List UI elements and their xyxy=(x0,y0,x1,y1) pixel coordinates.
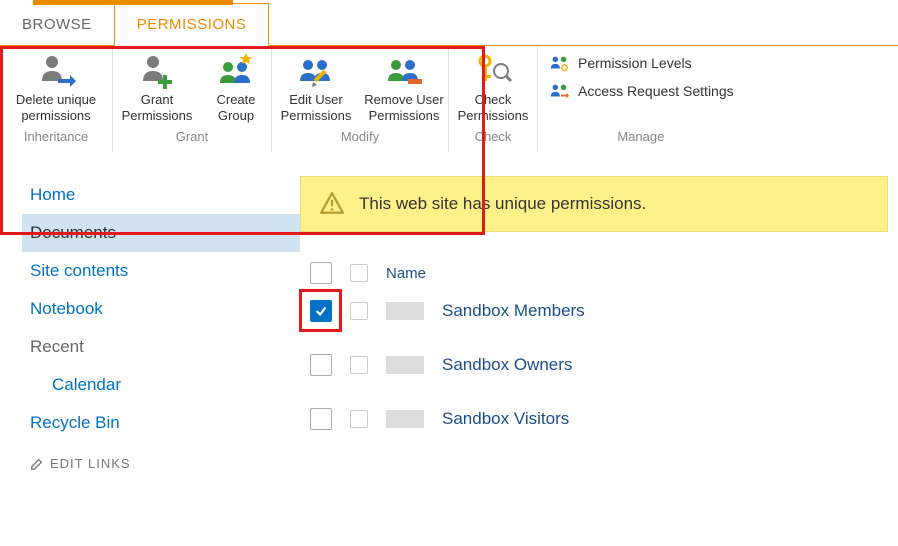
edit-user-permissions-button[interactable]: Edit User Permissions xyxy=(272,46,360,125)
link-label: Access Request Settings xyxy=(578,83,734,99)
row-type-checkbox[interactable] xyxy=(350,356,368,374)
row-name-link[interactable]: Sandbox Owners xyxy=(442,355,572,375)
ribbon-label: Check Permissions xyxy=(453,92,533,123)
remove-user-permissions-button[interactable]: Remove User Permissions xyxy=(360,46,448,125)
group-minus-icon xyxy=(384,52,424,90)
row-name-link[interactable]: Sandbox Visitors xyxy=(442,409,569,429)
row-name-link[interactable]: Sandbox Members xyxy=(442,301,585,321)
group-label-grant: Grant xyxy=(176,125,209,148)
table-row: Sandbox Visitors xyxy=(300,392,888,446)
edit-links-button[interactable]: EDIT LINKS xyxy=(22,442,300,471)
row-checkbox[interactable] xyxy=(310,408,332,430)
sidebar-item-recent: Recent xyxy=(22,328,300,366)
column-type-checkbox[interactable] xyxy=(350,264,368,282)
user-arrow-icon xyxy=(36,52,76,90)
key-magnifier-icon xyxy=(473,52,513,90)
ribbon-label: Create Group xyxy=(205,92,267,123)
row-checkbox[interactable] xyxy=(310,300,332,322)
column-header-name[interactable]: Name xyxy=(386,265,426,282)
sidebar-item-documents[interactable]: Documents xyxy=(22,214,300,252)
row-thumb xyxy=(386,302,424,320)
edit-links-label: EDIT LINKS xyxy=(50,456,131,471)
create-group-button[interactable]: Create Group xyxy=(201,46,271,125)
link-label: Permission Levels xyxy=(578,55,692,71)
row-checkbox[interactable] xyxy=(310,354,332,376)
ribbon-label: Grant Permissions xyxy=(117,92,197,123)
group-label-modify: Modify xyxy=(341,125,379,148)
group-label-check: Check xyxy=(475,125,512,148)
row-thumb xyxy=(386,356,424,374)
user-plus-icon xyxy=(137,52,177,90)
table-row: Sandbox Owners xyxy=(300,338,888,392)
tab-permissions[interactable]: PERMISSIONS xyxy=(114,3,270,46)
alert-text: This web site has unique permissions. xyxy=(359,194,646,214)
sidebar-item-home[interactable]: Home xyxy=(22,176,300,214)
delete-unique-permissions-button[interactable]: Delete unique permissions xyxy=(0,46,112,125)
sidebar-item-calendar[interactable]: Calendar xyxy=(22,366,300,404)
group-label-inheritance: Inheritance xyxy=(24,125,88,148)
access-request-settings-link[interactable]: Access Request Settings xyxy=(548,80,734,102)
sidebar-item-recycle-bin[interactable]: Recycle Bin xyxy=(22,404,300,442)
group-star-icon xyxy=(216,52,256,90)
ribbon-label: Delete unique permissions xyxy=(4,92,108,123)
table-row: Sandbox Members xyxy=(300,284,888,338)
people-arrow-icon xyxy=(548,80,570,102)
tab-browse[interactable]: BROWSE xyxy=(0,4,114,45)
grant-permissions-button[interactable]: Grant Permissions xyxy=(113,46,201,125)
row-type-checkbox[interactable] xyxy=(350,302,368,320)
check-permissions-button[interactable]: Check Permissions xyxy=(449,46,537,125)
permission-levels-link[interactable]: Permission Levels xyxy=(548,52,734,74)
warning-icon xyxy=(319,191,345,217)
ribbon-label: Remove User Permissions xyxy=(364,92,444,123)
people-gear-icon xyxy=(548,52,570,74)
select-all-checkbox[interactable] xyxy=(310,262,332,284)
group-label-manage: Manage xyxy=(617,125,664,148)
group-pencil-icon xyxy=(296,52,336,90)
sidebar-item-notebook[interactable]: Notebook xyxy=(22,290,300,328)
unique-permissions-alert: This web site has unique permissions. xyxy=(300,176,888,232)
row-type-checkbox[interactable] xyxy=(350,410,368,428)
pencil-icon xyxy=(30,457,44,471)
row-thumb xyxy=(386,410,424,428)
sidebar-item-site-contents[interactable]: Site contents xyxy=(22,252,300,290)
ribbon-label: Edit User Permissions xyxy=(276,92,356,123)
